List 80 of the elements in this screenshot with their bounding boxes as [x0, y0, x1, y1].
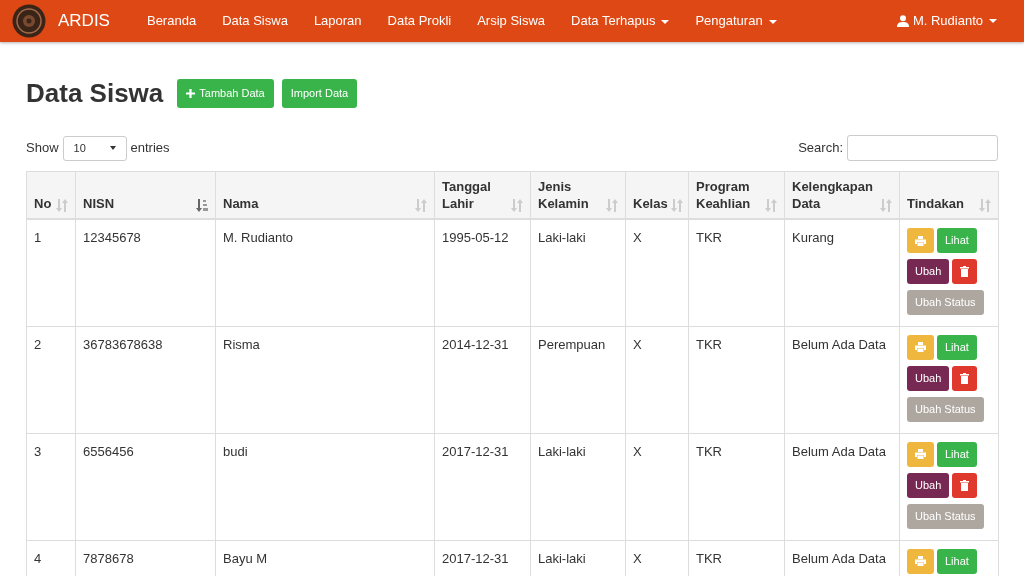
status-button[interactable]: Ubah Status: [907, 290, 984, 316]
column-header[interactable]: Nama: [215, 171, 435, 220]
caret-icon: [989, 19, 997, 23]
print-button[interactable]: [907, 334, 934, 360]
column-header[interactable]: Kelengkapan Data: [784, 171, 900, 220]
table-cell: Laki-laki: [530, 433, 626, 541]
status-button[interactable]: Ubah Status: [907, 396, 984, 422]
printer-icon: [915, 342, 926, 353]
table-cell: 1: [26, 219, 76, 327]
table-cell: Kurang: [784, 219, 900, 327]
table-cell: M. Rudianto: [215, 219, 435, 327]
table-cell: X: [625, 326, 689, 434]
trash-icon: [960, 266, 970, 278]
table-cell: 2: [26, 326, 76, 434]
print-button[interactable]: [907, 441, 934, 467]
entries-label: entries: [130, 139, 170, 158]
column-header[interactable]: Tindakan: [899, 171, 999, 220]
table-cell: Risma: [215, 326, 435, 434]
column-header[interactable]: Tanggal Lahir: [434, 171, 531, 220]
nav-link[interactable]: Data Terhapus: [558, 11, 683, 31]
print-button[interactable]: [907, 228, 934, 254]
trash-icon: [960, 479, 970, 491]
search-label: Search:: [798, 139, 843, 158]
edit-button[interactable]: Ubah: [907, 365, 950, 391]
view-button[interactable]: Lihat: [937, 441, 977, 467]
nav-link[interactable]: Beranda: [133, 11, 210, 31]
table-cell: TKR: [688, 219, 785, 327]
table-cell: 1995-05-12: [434, 219, 531, 327]
page-size-select[interactable]: 10: [62, 135, 127, 161]
page-title: Data Siswa: [26, 78, 164, 110]
edit-button[interactable]: Ubah: [907, 472, 950, 498]
edit-button[interactable]: Ubah: [907, 259, 950, 285]
print-button[interactable]: [907, 548, 934, 574]
delete-button[interactable]: [952, 472, 978, 498]
delete-button[interactable]: [952, 259, 978, 285]
delete-button[interactable]: [952, 365, 978, 391]
column-header[interactable]: NISN: [75, 171, 216, 220]
show-label: Show: [26, 139, 59, 158]
status-button[interactable]: Ubah Status: [907, 503, 984, 529]
view-button[interactable]: Lihat: [937, 334, 977, 360]
table-cell: Laki-laki: [530, 219, 626, 327]
table-cell: TKR: [688, 433, 785, 541]
column-header[interactable]: Program Keahlian: [688, 171, 785, 220]
nav-link[interactable]: Laporan: [300, 11, 375, 31]
nav-link[interactable]: Arsip Siswa: [464, 11, 559, 31]
view-button[interactable]: Lihat: [937, 548, 977, 574]
printer-icon: [915, 235, 926, 246]
table-cell: 36783678638: [75, 326, 216, 434]
user-icon: [896, 15, 909, 27]
brand-link[interactable]: ARDIS: [58, 8, 110, 34]
search-field[interactable]: [847, 135, 998, 162]
user-menu[interactable]: M. Rudianto: [883, 11, 1010, 31]
table-cell: Perempuan: [530, 326, 626, 434]
printer-icon: [915, 449, 926, 460]
dropdown-arrow-icon: [109, 146, 116, 151]
column-header[interactable]: Kelas: [625, 171, 689, 220]
table-cell: Belum Ada Data: [784, 433, 900, 541]
table-cell: 4: [26, 540, 76, 576]
column-header[interactable]: Jenis Kelamin: [530, 171, 626, 220]
table-cell: 12345678: [75, 219, 216, 327]
table-cell: Belum Ada Data: [784, 326, 900, 434]
table-cell: X: [625, 433, 689, 541]
table-cell: TKR: [688, 326, 785, 434]
view-button[interactable]: Lihat: [937, 228, 977, 254]
table-cell: budi: [215, 433, 435, 541]
table-cell: 6556456: [75, 433, 216, 541]
table-cell: 2017-12-31: [434, 433, 531, 541]
plus-icon: [186, 89, 196, 99]
nav-link[interactable]: Pengaturan: [682, 11, 790, 31]
table-cell: 3: [26, 433, 76, 541]
logo-icon: [12, 4, 46, 38]
import-button[interactable]: Import Data: [281, 79, 358, 108]
printer-icon: [915, 556, 926, 567]
add-button[interactable]: Tambah Data: [177, 79, 274, 108]
nav-link[interactable]: Data Siswa: [209, 11, 301, 31]
table-cell: 2014-12-31: [434, 326, 531, 434]
trash-icon: [960, 372, 970, 384]
nav-link[interactable]: Data Prokli: [374, 11, 465, 31]
table-cell: X: [625, 219, 689, 327]
column-header[interactable]: No: [26, 171, 76, 220]
